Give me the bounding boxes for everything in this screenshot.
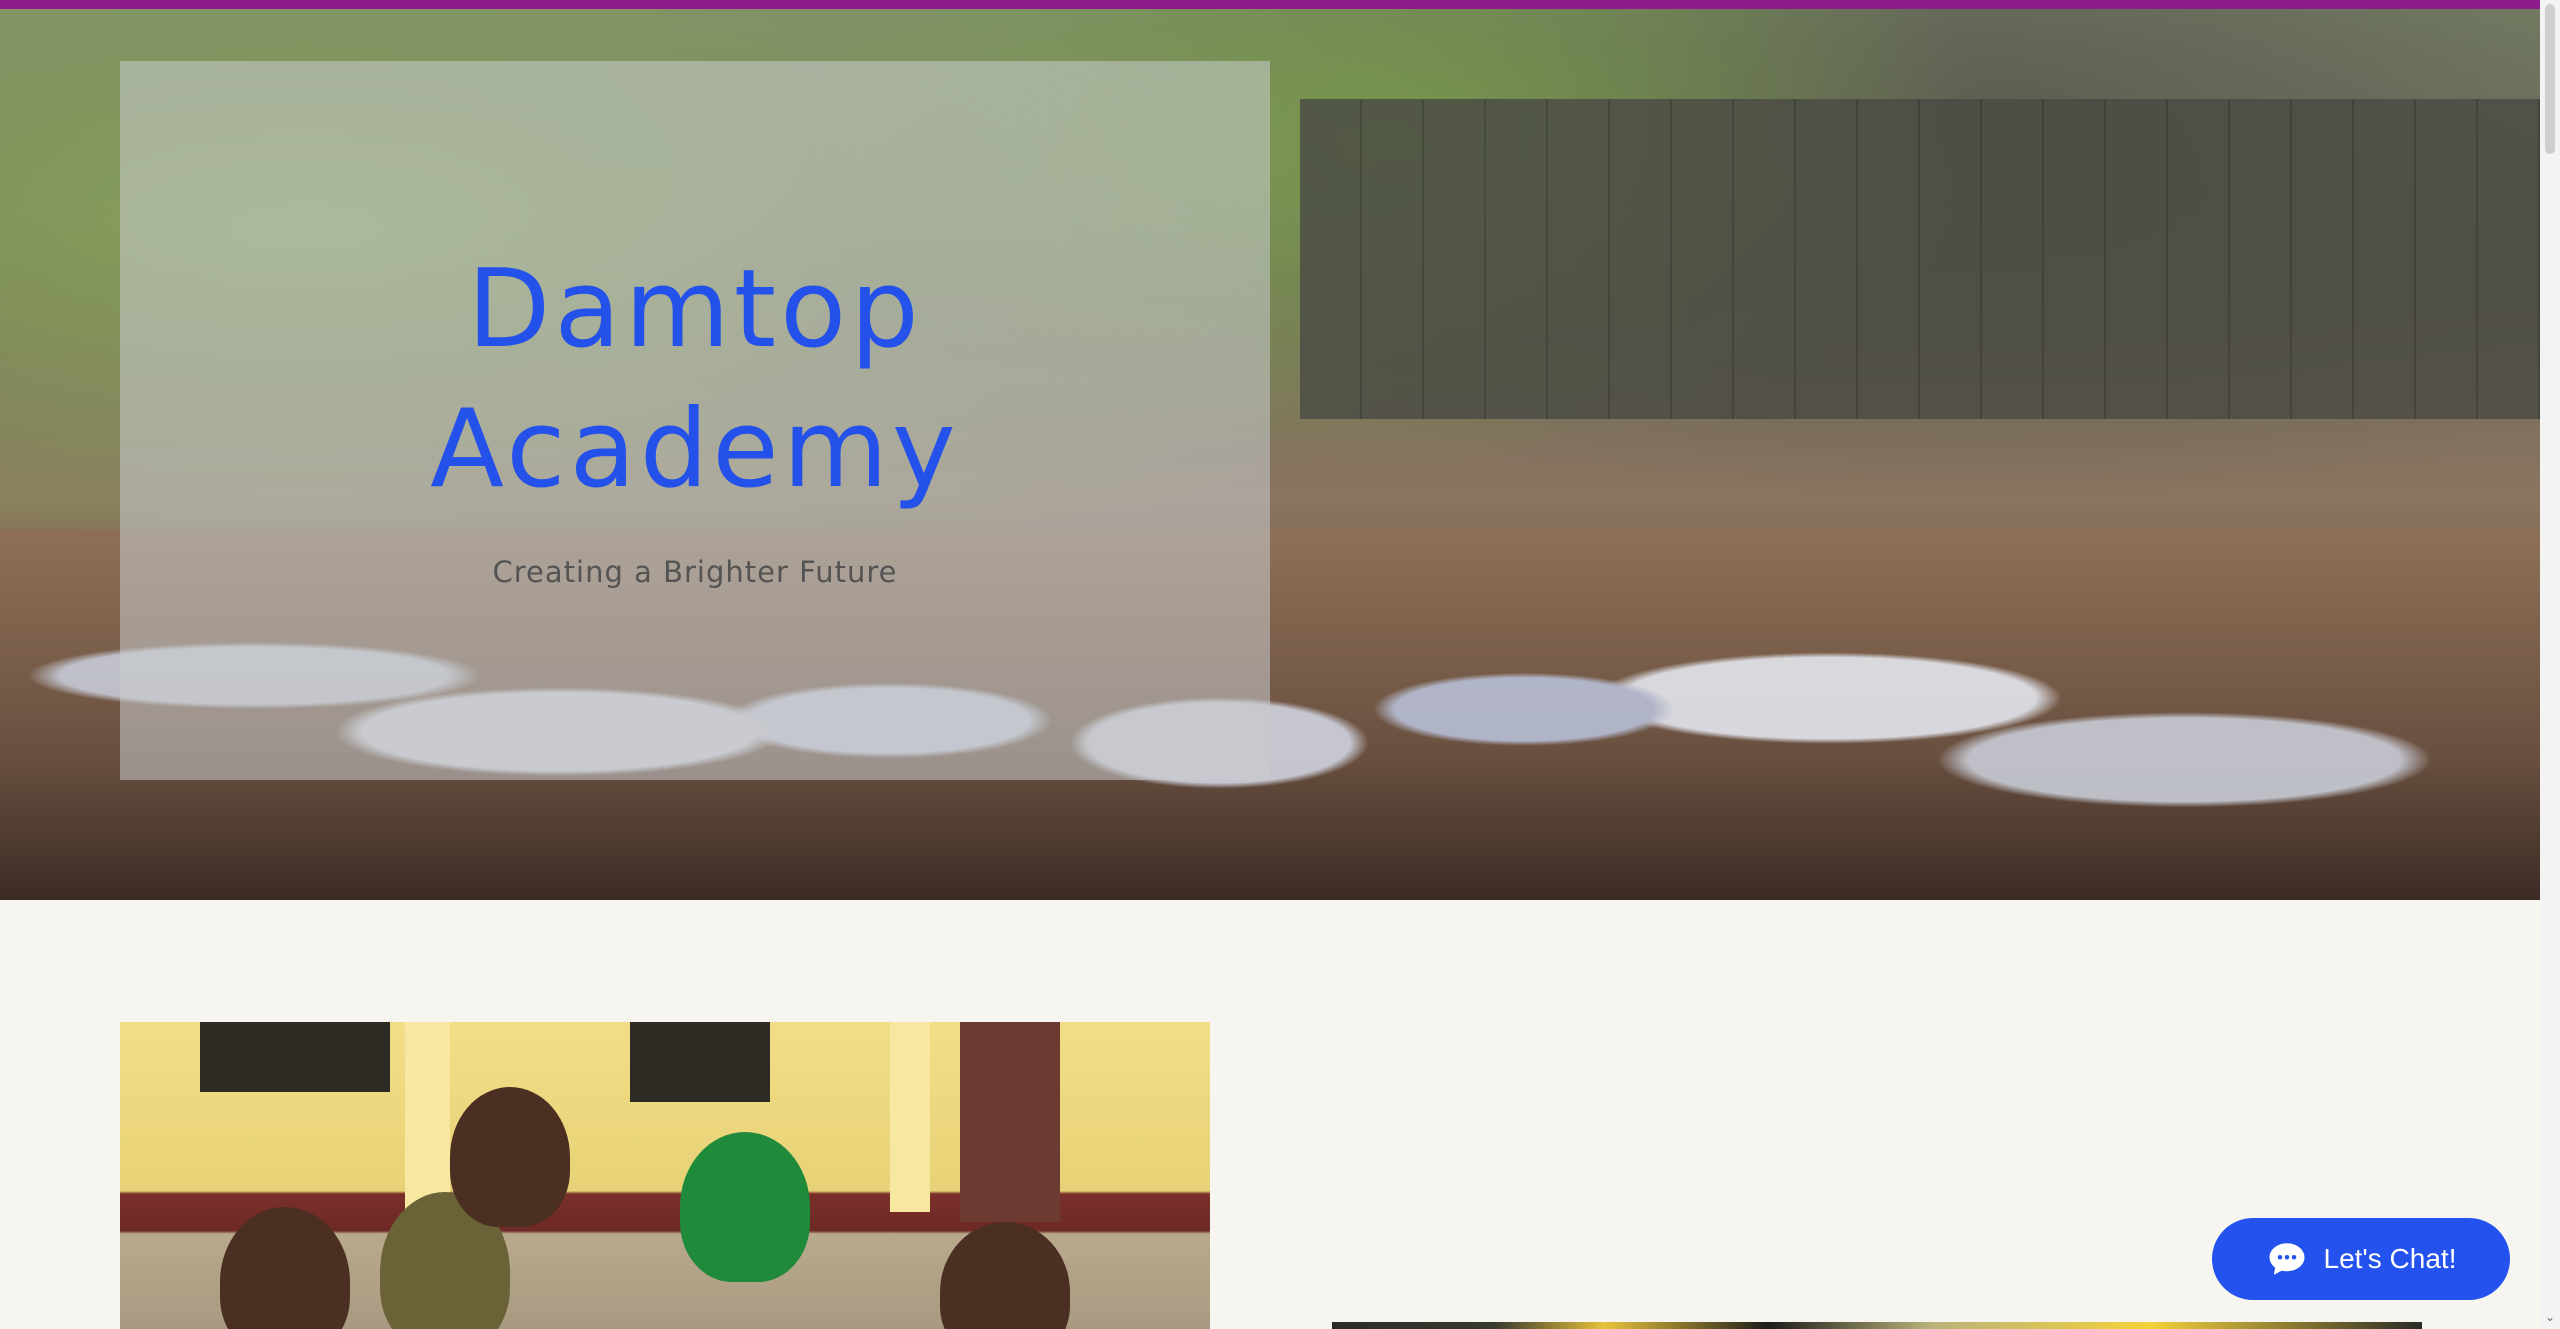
chat-bubble-icon bbox=[2269, 1243, 2304, 1275]
children-group-photo bbox=[120, 1022, 1210, 1329]
scrollbar-thumb[interactable] bbox=[2545, 4, 2555, 154]
photo-pillar bbox=[890, 1022, 930, 1212]
site-title-line1: Damtop bbox=[467, 247, 923, 372]
lets-chat-button[interactable]: Let's Chat! bbox=[2212, 1218, 2510, 1300]
photo-door bbox=[960, 1022, 1060, 1222]
site-title: Damtop Academy bbox=[120, 240, 1270, 520]
photo-window bbox=[630, 1022, 770, 1102]
lets-chat-label: Let's Chat! bbox=[2323, 1243, 2457, 1274]
second-photo-edge bbox=[1332, 1322, 2422, 1329]
scroll-down-arrow-icon[interactable]: ⌄ bbox=[2543, 1310, 2557, 1324]
page-scrollbar[interactable] bbox=[2540, 0, 2560, 1329]
photo-child bbox=[680, 1132, 810, 1282]
photo-child bbox=[450, 1087, 570, 1227]
photo-child bbox=[940, 1222, 1070, 1329]
site-title-line2: Academy bbox=[430, 387, 960, 512]
site-tagline: Creating a Brighter Future bbox=[492, 555, 898, 589]
photo-child bbox=[220, 1207, 350, 1329]
top-accent-bar bbox=[0, 0, 2540, 9]
photo-pillar bbox=[405, 1022, 450, 1212]
photo-window bbox=[200, 1022, 390, 1092]
